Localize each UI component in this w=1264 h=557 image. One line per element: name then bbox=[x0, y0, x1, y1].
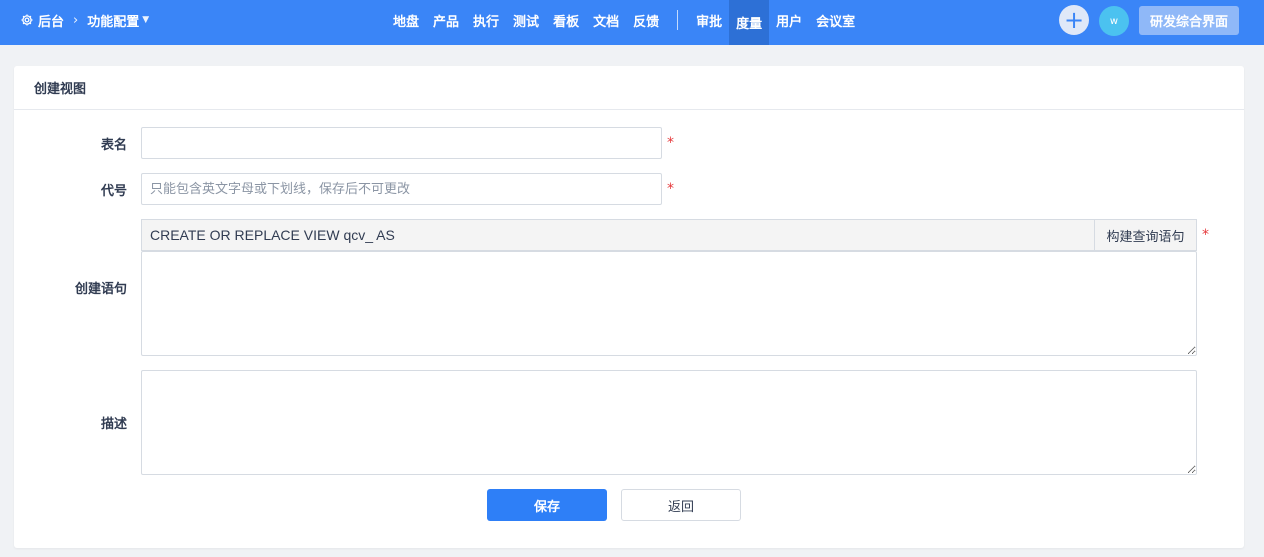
nav-item-metrics[interactable]: 度量 bbox=[729, 0, 770, 45]
nav-item-dashboard[interactable]: 地盘 bbox=[386, 0, 426, 40]
sql-textarea[interactable] bbox=[141, 251, 1197, 356]
plus-icon[interactable]: + bbox=[1059, 5, 1089, 35]
back-button[interactable]: 返回 bbox=[621, 489, 741, 521]
breadcrumb-root[interactable]: 后台 bbox=[38, 11, 64, 30]
nav-item-feedback[interactable]: 反馈 bbox=[626, 0, 666, 40]
sql-label: 创建语句 bbox=[74, 282, 127, 297]
description-textarea[interactable] bbox=[141, 370, 1197, 475]
nav-item-execution[interactable]: 执行 bbox=[466, 0, 506, 40]
breadcrumb-current[interactable]: 功能配置 bbox=[87, 11, 139, 30]
breadcrumb-separator-icon: › bbox=[73, 12, 79, 28]
chevron-down-icon[interactable]: ▼ bbox=[142, 15, 149, 25]
nav-divider bbox=[677, 10, 679, 30]
gear-icon bbox=[21, 14, 33, 26]
create-view-panel: 创建视图 表名 * 代号 * CREATE OR REPLACE VIEW qc… bbox=[14, 66, 1244, 548]
code-label: 代号 bbox=[100, 184, 127, 199]
nav-item-meeting-room[interactable]: 会议室 bbox=[809, 0, 862, 40]
nav-item-kanban[interactable]: 看板 bbox=[546, 0, 586, 40]
nav-item-users[interactable]: 用户 bbox=[769, 0, 809, 40]
code-input[interactable] bbox=[141, 173, 662, 205]
nav-item-approval[interactable]: 审批 bbox=[689, 0, 729, 40]
required-mark: * bbox=[667, 135, 674, 151]
nav-item-doc[interactable]: 文档 bbox=[586, 0, 626, 40]
main-nav: 地盘 产品 执行 测试 看板 文档 反馈 审批 度量 用户 会议室 bbox=[386, 0, 862, 45]
workspace-button[interactable]: 研发综合界面 bbox=[1139, 6, 1239, 35]
breadcrumb: 后台 › 功能配置 ▼ bbox=[20, 0, 149, 40]
build-query-button[interactable]: 构建查询语句 bbox=[1094, 219, 1197, 251]
table-name-input[interactable] bbox=[141, 127, 662, 159]
panel-title: 创建视图 bbox=[14, 66, 1244, 110]
top-navbar: 后台 › 功能配置 ▼ 地盘 产品 执行 测试 看板 文档 反馈 审批 度量 用… bbox=[0, 0, 1264, 45]
required-mark: * bbox=[1202, 227, 1209, 243]
nav-item-product[interactable]: 产品 bbox=[426, 0, 466, 40]
avatar[interactable]: w bbox=[1099, 6, 1129, 36]
save-button[interactable]: 保存 bbox=[487, 489, 607, 521]
description-label: 描述 bbox=[100, 417, 127, 432]
required-mark: * bbox=[667, 181, 674, 197]
sql-prefix: CREATE OR REPLACE VIEW qcv_ AS bbox=[141, 219, 1094, 251]
nav-item-test[interactable]: 测试 bbox=[506, 0, 546, 40]
table-name-label: 表名 bbox=[100, 138, 127, 153]
